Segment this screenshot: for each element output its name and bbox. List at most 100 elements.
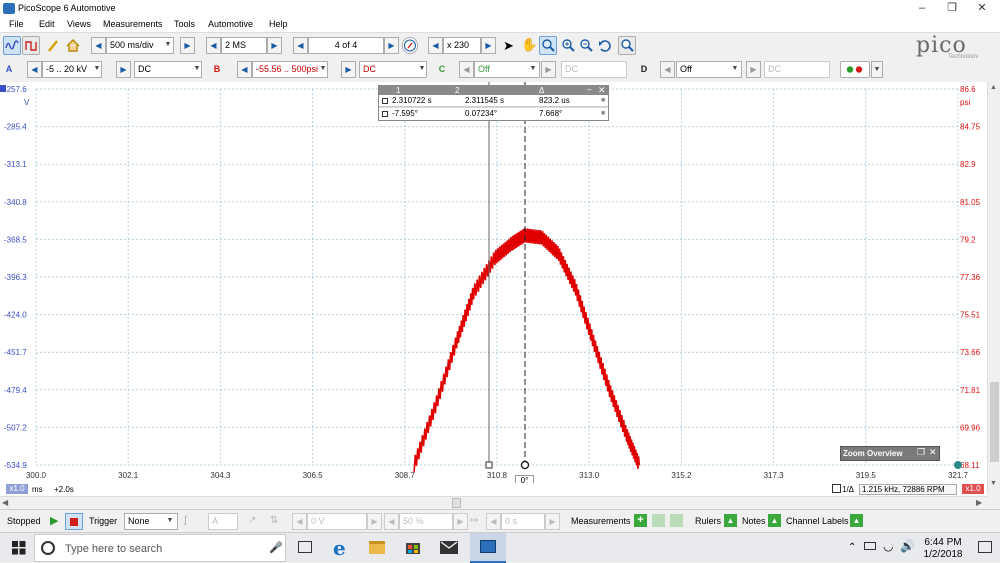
percent-next-button[interactable]: ▶: [453, 513, 468, 530]
probe-button[interactable]: [44, 36, 62, 55]
add-measurement-button[interactable]: +: [634, 514, 647, 527]
undo-zoom-icon[interactable]: [597, 37, 613, 56]
delay-next-button[interactable]: ▶: [545, 513, 560, 530]
system-tray-chevron-icon[interactable]: ⌃: [848, 542, 856, 553]
menu-edit[interactable]: Edit: [39, 19, 55, 29]
samples-select[interactable]: 2 MS: [221, 37, 267, 54]
volume-icon[interactable]: 🔊: [900, 539, 915, 553]
close-icon[interactable]: ✕: [929, 447, 937, 458]
buffer-next-button[interactable]: ▶: [384, 37, 399, 54]
channel-b-range[interactable]: -55.56 .. 500psi: [252, 61, 328, 78]
trigger-edge-icon[interactable]: ↗: [248, 515, 256, 526]
notes-button[interactable]: ▲: [768, 514, 781, 527]
trigger-advanced-icon[interactable]: ⇅: [270, 515, 278, 526]
delay-field[interactable]: 0 s: [501, 513, 545, 530]
buffer-prev-button[interactable]: ◀: [293, 37, 308, 54]
menu-file[interactable]: File: [9, 19, 24, 29]
battery-icon[interactable]: [864, 542, 876, 550]
scroll-thumb[interactable]: [990, 382, 999, 462]
wifi-icon[interactable]: ◡: [883, 539, 893, 553]
channel-d-range-prev[interactable]: ◀: [660, 61, 675, 78]
zoom-select-button[interactable]: [539, 36, 557, 55]
x-scale-badge[interactable]: x1.0: [6, 484, 28, 494]
cursor-icon[interactable]: ➤: [503, 38, 514, 54]
right-scale-badge[interactable]: x1.0: [962, 484, 984, 494]
maximize-button[interactable]: ❐: [937, 0, 967, 17]
menu-tools[interactable]: Tools: [174, 19, 195, 29]
persistence-mode-button[interactable]: [22, 36, 40, 55]
trigger-level-field[interactable]: 0 V: [307, 513, 367, 530]
close-button[interactable]: ✕: [967, 0, 997, 17]
delete-measurement-button[interactable]: [670, 514, 683, 527]
mail-icon[interactable]: [440, 541, 458, 554]
home-button[interactable]: [64, 36, 82, 55]
signal-generator-button[interactable]: [840, 61, 870, 78]
level-prev-button[interactable]: ◀: [292, 513, 307, 530]
channel-a-range-next[interactable]: ▶: [116, 61, 131, 78]
windows-start-icon[interactable]: [12, 541, 26, 557]
delay-icon[interactable]: ↦: [470, 515, 478, 526]
file-explorer-icon[interactable]: [369, 541, 385, 554]
channel-a-range-prev[interactable]: ◀: [27, 61, 42, 78]
scroll-thumb[interactable]: [452, 498, 461, 508]
edge-icon[interactable]: e: [333, 536, 346, 560]
trigger-channel-select[interactable]: A: [208, 513, 238, 530]
stop-button[interactable]: [65, 513, 83, 530]
menu-views[interactable]: Views: [67, 19, 91, 29]
channel-b-label[interactable]: B: [211, 61, 223, 78]
menu-automotive[interactable]: Automotive: [208, 19, 253, 29]
scroll-down-icon[interactable]: ▼: [990, 480, 997, 487]
channel-c-label[interactable]: C: [436, 61, 448, 78]
zoom-next-button[interactable]: ▶: [481, 37, 496, 54]
zoom-in-icon[interactable]: [560, 37, 576, 56]
channel-c-range-next[interactable]: ▶: [541, 61, 556, 78]
timebase-prev-button[interactable]: ◀: [91, 37, 106, 54]
scope-view[interactable]: -257.6 -285.4 -313.1 -340.8 -368.5 -396.3 -424…: [0, 82, 987, 487]
timebase-next-button[interactable]: ▶: [180, 37, 195, 54]
samples-prev-button[interactable]: ◀: [206, 37, 221, 54]
percent-prev-button[interactable]: ◀: [384, 513, 399, 530]
pretrigger-field[interactable]: 50 %: [399, 513, 453, 530]
zoom-overview-panel[interactable]: Zoom Overview ❐ ✕: [840, 446, 940, 461]
minimize-button[interactable]: –: [907, 0, 937, 17]
edit-measurement-button[interactable]: [652, 514, 665, 527]
notifications-icon[interactable]: [978, 541, 992, 553]
menu-help[interactable]: Help: [269, 19, 288, 29]
samples-next-button[interactable]: ▶: [267, 37, 282, 54]
channel-d-coupling[interactable]: DC: [764, 61, 830, 78]
channel-d-range-next[interactable]: ▶: [746, 61, 761, 78]
channel-a-label[interactable]: A: [3, 61, 15, 78]
buffer-field[interactable]: 4 of 4: [308, 37, 384, 54]
channel-c-range-prev[interactable]: ◀: [459, 61, 474, 78]
zoom-out-icon[interactable]: [578, 37, 594, 56]
task-view-icon[interactable]: [298, 541, 312, 553]
lock-icon[interactable]: ■: [601, 97, 605, 104]
clock-time[interactable]: 6:44 PM: [920, 537, 966, 548]
restore-icon[interactable]: ❐: [917, 447, 925, 458]
microphone-icon[interactable]: 🎤: [269, 541, 283, 554]
scope-graph[interactable]: -257.6 -285.4 -313.1 -340.8 -368.5 -396.3 -424…: [0, 82, 987, 483]
scroll-left-icon[interactable]: ◀: [2, 498, 8, 507]
menu-measurements[interactable]: Measurements: [103, 19, 163, 29]
channel-d-label[interactable]: D: [638, 61, 650, 78]
channel-b-range-prev[interactable]: ◀: [237, 61, 252, 78]
hand-icon[interactable]: ✋: [521, 37, 537, 53]
zoom-field[interactable]: x 230: [443, 37, 481, 54]
chevron-down-icon[interactable]: ▼: [871, 61, 883, 78]
taskbar-search[interactable]: Type here to search 🎤: [34, 534, 286, 562]
rulers-button[interactable]: ▲: [724, 514, 737, 527]
channel-c-coupling[interactable]: DC: [561, 61, 627, 78]
level-next-button[interactable]: ▶: [367, 513, 382, 530]
store-icon[interactable]: [405, 539, 421, 555]
scroll-up-icon[interactable]: ▲: [990, 84, 997, 91]
lock-icon[interactable]: ■: [601, 110, 605, 117]
minimize-icon[interactable]: –: [587, 85, 591, 94]
picoscope-taskbar-button[interactable]: [470, 533, 506, 563]
scroll-right-icon[interactable]: ▶: [976, 498, 982, 507]
scope-mode-button[interactable]: [3, 36, 21, 55]
compass-button[interactable]: [402, 37, 418, 54]
horizontal-scrollbar[interactable]: ◀ ▶: [0, 496, 987, 509]
delay-prev-button[interactable]: ◀: [486, 513, 501, 530]
channel-labels-button[interactable]: ▲: [850, 514, 863, 527]
vertical-scrollbar[interactable]: ▲ ▼: [987, 82, 1000, 494]
